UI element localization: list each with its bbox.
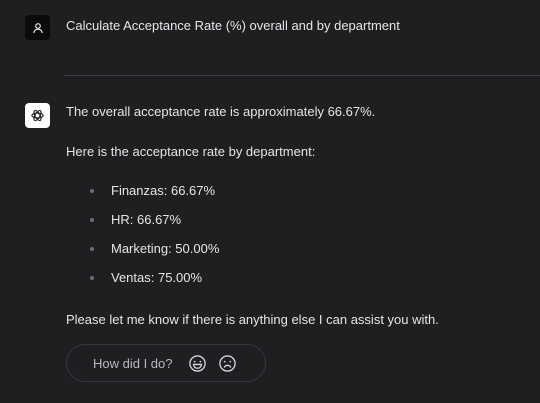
list-item: Ventas: 75.00% [90, 269, 219, 298]
department-rate: Finanzas: 66.67% [111, 183, 216, 198]
user-message: Calculate Acceptance Rate (%) overall an… [66, 18, 400, 33]
bullet-dot [90, 189, 94, 193]
openai-logo-icon [31, 109, 44, 122]
bullet-dot [90, 247, 94, 251]
department-rate: HR: 66.67% [111, 212, 182, 227]
assistant-closing: Please let me know if there is anything … [66, 312, 439, 327]
feedback-pill: How did I do? [66, 344, 266, 382]
feedback-label: How did I do? [93, 355, 173, 371]
smile-icon [189, 354, 206, 372]
department-rate: Marketing: 50.00% [111, 241, 220, 256]
chat-page: Calculate Acceptance Rate (%) overall an… [0, 0, 540, 403]
department-list: Finanzas: 66.67% HR: 66.67% Marketing: 5… [90, 182, 219, 298]
list-item: Marketing: 50.00% [90, 240, 219, 269]
bullet-dot [90, 276, 94, 280]
user-avatar [25, 15, 50, 40]
list-item: Finanzas: 66.67% [90, 182, 219, 211]
thumbs-down-feedback-button[interactable] [217, 352, 239, 374]
frown-icon [219, 354, 236, 372]
bullet-dot [90, 218, 94, 222]
list-item: HR: 66.67% [90, 211, 219, 240]
thumbs-up-feedback-button[interactable] [187, 352, 209, 374]
user-icon [32, 22, 43, 33]
message-divider [64, 75, 540, 76]
assistant-avatar [25, 103, 50, 128]
department-rate: Ventas: 75.00% [111, 270, 203, 285]
assistant-intro: The overall acceptance rate is approxima… [66, 104, 376, 119]
assistant-lead-in: Here is the acceptance rate by departmen… [66, 144, 316, 159]
